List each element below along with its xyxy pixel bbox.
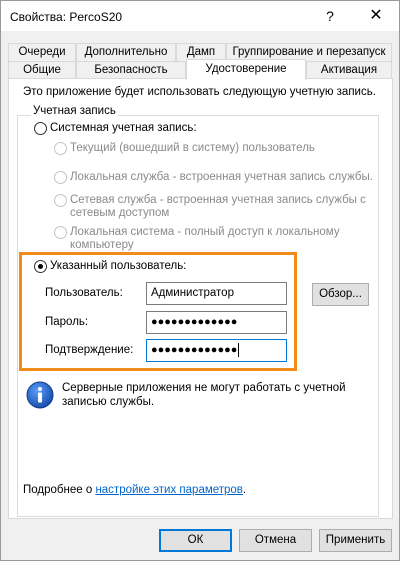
system-account-label: Системная учетная запись: xyxy=(50,122,197,134)
password-field[interactable]: ●●●●●●●●●●●●● xyxy=(146,311,287,334)
info-text-line2: записью службы. xyxy=(62,396,155,408)
local-service-radio[interactable] xyxy=(54,171,67,184)
settings-help-link[interactable]: настройке этих параметров xyxy=(95,484,242,496)
account-group-label: Учетная запись xyxy=(31,105,118,117)
user-field[interactable]: Администратор xyxy=(146,282,287,305)
current-user-label: Текущий (вошедший в систему) пользовател… xyxy=(70,142,315,154)
user-label: Пользователь: xyxy=(45,287,123,299)
tab-general[interactable]: Общие xyxy=(8,61,76,79)
tab-security[interactable]: Безопасность xyxy=(76,61,186,79)
local-system-radio[interactable] xyxy=(54,226,67,239)
user-field-value: Администратор xyxy=(151,287,234,299)
current-user-radio[interactable] xyxy=(54,142,67,155)
specified-user-label: Указанный пользователь: xyxy=(50,260,187,272)
local-service-label: Локальная служба - встроенная учетная за… xyxy=(70,171,373,183)
close-button[interactable]: ✕ xyxy=(353,1,399,31)
ok-button[interactable]: ОК xyxy=(159,529,232,552)
browse-button[interactable]: Обзор... xyxy=(312,283,369,306)
more-info-suffix: . xyxy=(242,484,247,496)
network-service-label: Сетевая служба - встроенная учетная запи… xyxy=(70,194,366,206)
password-label: Пароль: xyxy=(45,316,89,328)
intro-text: Это приложение будет использовать следую… xyxy=(23,86,376,98)
help-button[interactable]: ? xyxy=(307,1,353,31)
more-info-prefix: Подробнее о xyxy=(23,484,96,496)
tab-queues[interactable]: Очереди xyxy=(8,43,76,61)
network-service-radio[interactable] xyxy=(54,194,67,207)
confirm-password-field[interactable]: ●●●●●●●●●●●●● xyxy=(146,339,287,362)
local-system-label-line2: компьютеру xyxy=(70,239,134,251)
system-account-radio[interactable] xyxy=(34,122,47,135)
more-info-text: Подробнее о настройке этих параметров. xyxy=(23,484,246,496)
cancel-button[interactable]: Отмена xyxy=(239,529,312,552)
network-service-label-line2: сетевым доступом xyxy=(70,207,170,219)
local-system-label: Локальная система - полный доступ к лока… xyxy=(70,226,340,238)
confirm-field-value: ●●●●●●●●●●●●● xyxy=(151,344,238,356)
tab-identity[interactable]: Удостоверение xyxy=(186,59,306,80)
info-icon xyxy=(26,381,54,409)
tab-activation[interactable]: Активация xyxy=(306,61,392,79)
tab-row-front: Общие Безопасность Удостоверение Активац… xyxy=(8,59,394,80)
title-bar[interactable]: Свойства: PercoS20 ? ✕ xyxy=(1,1,399,31)
apply-button[interactable]: Применить xyxy=(319,529,392,552)
text-caret xyxy=(238,342,240,357)
specified-user-radio[interactable] xyxy=(34,260,47,273)
window-title: Свойства: PercoS20 xyxy=(10,10,123,24)
confirm-label: Подтверждение: xyxy=(45,344,134,356)
properties-dialog: Свойства: PercoS20 ? ✕ Очереди Дополните… xyxy=(0,0,400,561)
tab-advanced[interactable]: Дополнительно xyxy=(76,43,176,61)
password-field-value: ●●●●●●●●●●●●● xyxy=(151,316,238,328)
info-text-line1: Серверные приложения не могут работать с… xyxy=(62,382,346,394)
